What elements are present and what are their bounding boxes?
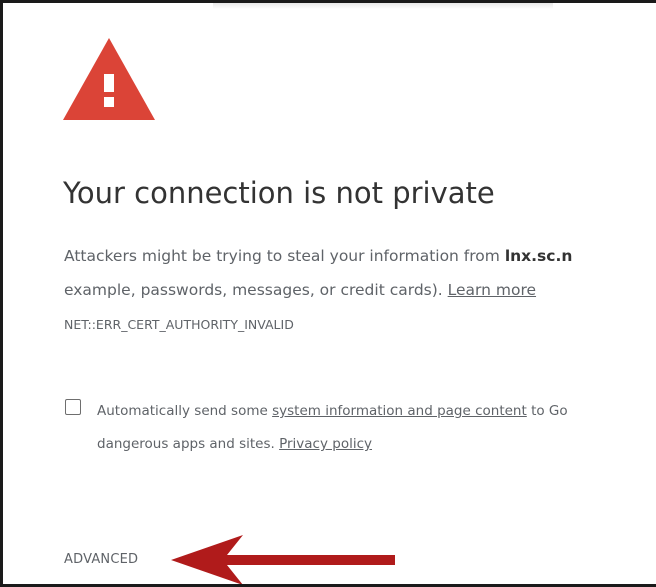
- send-info-line2-text: dangerous apps and sites.: [97, 436, 280, 452]
- warning-message-text-2: example, passwords, messages, or credit …: [64, 281, 448, 299]
- warning-message-line-1: Attackers might be trying to steal your …: [64, 247, 572, 265]
- domain-name: lnx.sc.n: [504, 247, 573, 265]
- learn-more-link[interactable]: Learn more: [448, 281, 536, 299]
- error-code: NET::ERR_CERT_AUTHORITY_INVALID: [64, 317, 294, 332]
- arrow-left-icon: [171, 535, 395, 584]
- send-info-text-suffix: to Go: [526, 403, 568, 419]
- interstitial-page: Your connection is not private Attackers…: [0, 0, 656, 587]
- send-info-checkbox[interactable]: [65, 399, 81, 415]
- send-info-label-line-1: Automatically send some system informati…: [97, 403, 568, 419]
- privacy-policy-link[interactable]: Privacy policy: [279, 436, 372, 452]
- system-info-link[interactable]: system information and page content: [272, 403, 527, 419]
- advanced-button[interactable]: ADVANCED: [64, 552, 138, 567]
- warning-message-line-2: example, passwords, messages, or credit …: [64, 281, 536, 299]
- warning-message-text: Attackers might be trying to steal your …: [64, 247, 505, 265]
- send-info-label-line-2: dangerous apps and sites. Privacy policy: [97, 436, 372, 452]
- warning-triangle-icon: [63, 38, 155, 120]
- send-info-text-prefix: Automatically send some: [97, 403, 273, 419]
- page-title: Your connection is not private: [63, 176, 495, 210]
- top-shade: [213, 3, 553, 9]
